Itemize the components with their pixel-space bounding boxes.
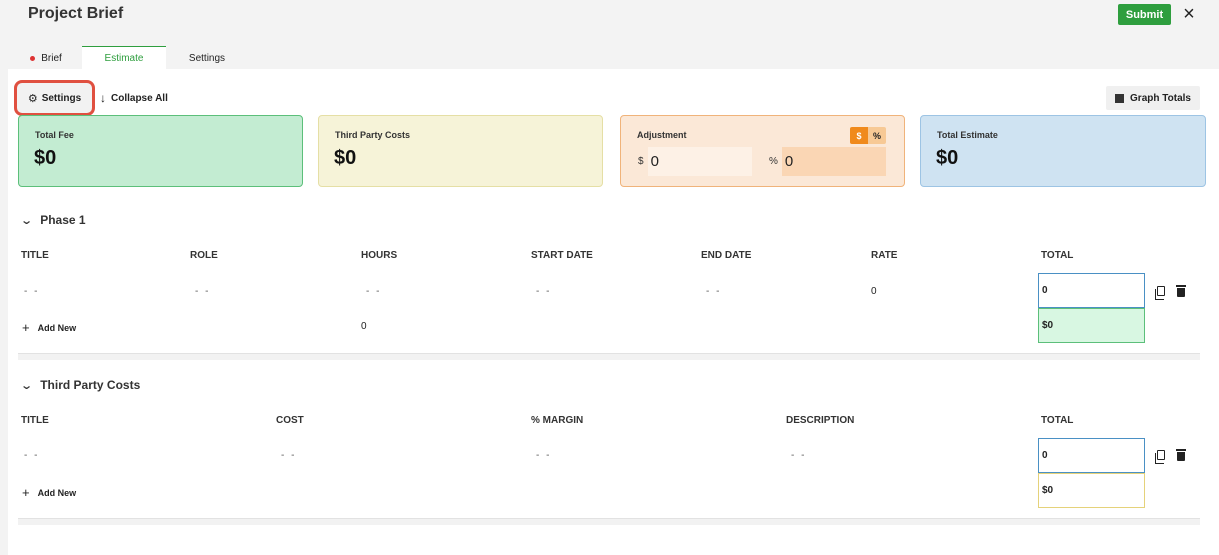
- collapse-all-label: Collapse All: [111, 92, 168, 104]
- section-divider: [18, 518, 1200, 525]
- dollar-symbol: $: [638, 156, 644, 167]
- cost-add-new-button[interactable]: + Add New: [22, 485, 76, 500]
- copy-icon[interactable]: [1155, 286, 1165, 300]
- close-icon[interactable]: ×: [1180, 4, 1198, 24]
- tab-label: Settings: [188, 52, 226, 64]
- adjustment-dollar-field: $ 0: [638, 147, 752, 176]
- cost-total-sum: $0: [1038, 473, 1145, 508]
- cost-row-description[interactable]: - -: [791, 450, 806, 461]
- add-new-label: Add New: [37, 487, 77, 498]
- section-title: Third Party Costs: [40, 378, 141, 392]
- phase-row-total-input[interactable]: 0: [1038, 273, 1145, 308]
- tab-label: Estimate: [104, 53, 144, 64]
- copy-icon[interactable]: [1155, 450, 1165, 464]
- total-fee-card: Total Fee $0: [18, 115, 303, 187]
- card-value: $0: [34, 147, 57, 169]
- adjustment-percent-field: % 0: [769, 147, 886, 176]
- total-estimate-card: Total Estimate $0: [920, 115, 1206, 187]
- column-header-title: TITLE: [21, 415, 49, 426]
- bar-chart-icon: [1115, 93, 1125, 103]
- tab-brief[interactable]: Brief: [26, 46, 66, 70]
- chevron-down-icon: ⌄: [20, 379, 34, 392]
- adjustment-percent-input[interactable]: 0: [781, 147, 886, 176]
- plus-icon: +: [22, 320, 30, 335]
- card-label: Total Estimate: [937, 130, 998, 140]
- card-label: Third Party Costs: [335, 130, 411, 140]
- chevron-down-icon: ⌄: [20, 214, 34, 227]
- column-header-total: TOTAL: [1041, 250, 1074, 261]
- phase-row-hours[interactable]: - -: [366, 286, 381, 297]
- adjustment-card: Adjustment $ % $ 0 % 0: [620, 115, 905, 187]
- graph-totals-button[interactable]: Graph Totals: [1106, 86, 1200, 110]
- arrow-down-icon: ↓: [100, 91, 106, 105]
- header-bar: Project Brief Submit × Brief Estimate Se…: [0, 0, 1219, 70]
- column-header-rate: RATE: [871, 250, 898, 261]
- adjustment-dollar-input[interactable]: 0: [647, 147, 752, 176]
- column-header-description: DESCRIPTION: [786, 415, 855, 426]
- third-party-costs-card: Third Party Costs $0: [318, 115, 603, 187]
- tab-settings[interactable]: Settings: [181, 46, 233, 70]
- card-value: $0: [936, 147, 959, 169]
- column-header-end-date: END DATE: [701, 250, 752, 261]
- phase-row-start-date[interactable]: - -: [536, 286, 551, 297]
- column-header-hours: HOURS: [361, 250, 398, 261]
- column-header-role: ROLE: [190, 250, 218, 261]
- section-divider: [18, 353, 1200, 360]
- phase-total-sum: $0: [1038, 308, 1145, 343]
- trash-icon[interactable]: [1176, 285, 1186, 297]
- submit-button[interactable]: Submit: [1118, 4, 1171, 25]
- phase-hours-total: 0: [361, 321, 367, 332]
- card-label: Adjustment: [637, 130, 687, 140]
- add-new-label: Add New: [37, 322, 77, 333]
- column-header-margin: % MARGIN: [531, 415, 584, 426]
- page-title: Project Brief: [28, 5, 124, 22]
- settings-button-label: Settings: [41, 92, 82, 104]
- third-party-costs-header[interactable]: ⌄ Third Party Costs: [20, 378, 141, 392]
- section-title: Phase 1: [40, 213, 86, 227]
- cost-row-cost[interactable]: - -: [281, 450, 296, 461]
- toggle-percent-button[interactable]: %: [868, 127, 886, 144]
- phase-row-rate[interactable]: 0: [871, 286, 877, 297]
- tab-estimate[interactable]: Estimate: [82, 46, 166, 70]
- phase-row-end-date[interactable]: - -: [706, 286, 721, 297]
- toggle-dollar-button[interactable]: $: [850, 127, 868, 144]
- unsaved-dot-icon: [30, 55, 36, 61]
- column-header-start-date: START DATE: [531, 250, 593, 261]
- column-header-total: TOTAL: [1041, 415, 1074, 426]
- phase-add-new-button[interactable]: + Add New: [22, 320, 76, 335]
- cost-row-total-input[interactable]: 0: [1038, 438, 1145, 473]
- phase-1-header[interactable]: ⌄ Phase 1: [20, 213, 86, 227]
- plus-icon: +: [22, 485, 30, 500]
- phase-row-role[interactable]: - -: [195, 286, 210, 297]
- column-header-title: TITLE: [21, 250, 49, 261]
- card-value: $0: [334, 147, 357, 169]
- collapse-all-button[interactable]: ↓ Collapse All: [100, 91, 168, 105]
- adjustment-mode-toggle[interactable]: $ %: [850, 127, 886, 144]
- settings-button[interactable]: ⚙ Settings: [14, 80, 95, 116]
- percent-symbol: %: [769, 156, 778, 167]
- card-label: Total Fee: [35, 130, 74, 140]
- trash-icon[interactable]: [1176, 449, 1186, 461]
- gear-icon: ⚙: [27, 92, 38, 105]
- phase-row-title[interactable]: - -: [24, 286, 39, 297]
- column-header-cost: COST: [276, 415, 304, 426]
- graph-totals-label: Graph Totals: [1130, 92, 1191, 104]
- cost-row-title[interactable]: - -: [24, 450, 39, 461]
- cost-row-margin[interactable]: - -: [536, 450, 551, 461]
- tab-label: Brief: [41, 52, 62, 64]
